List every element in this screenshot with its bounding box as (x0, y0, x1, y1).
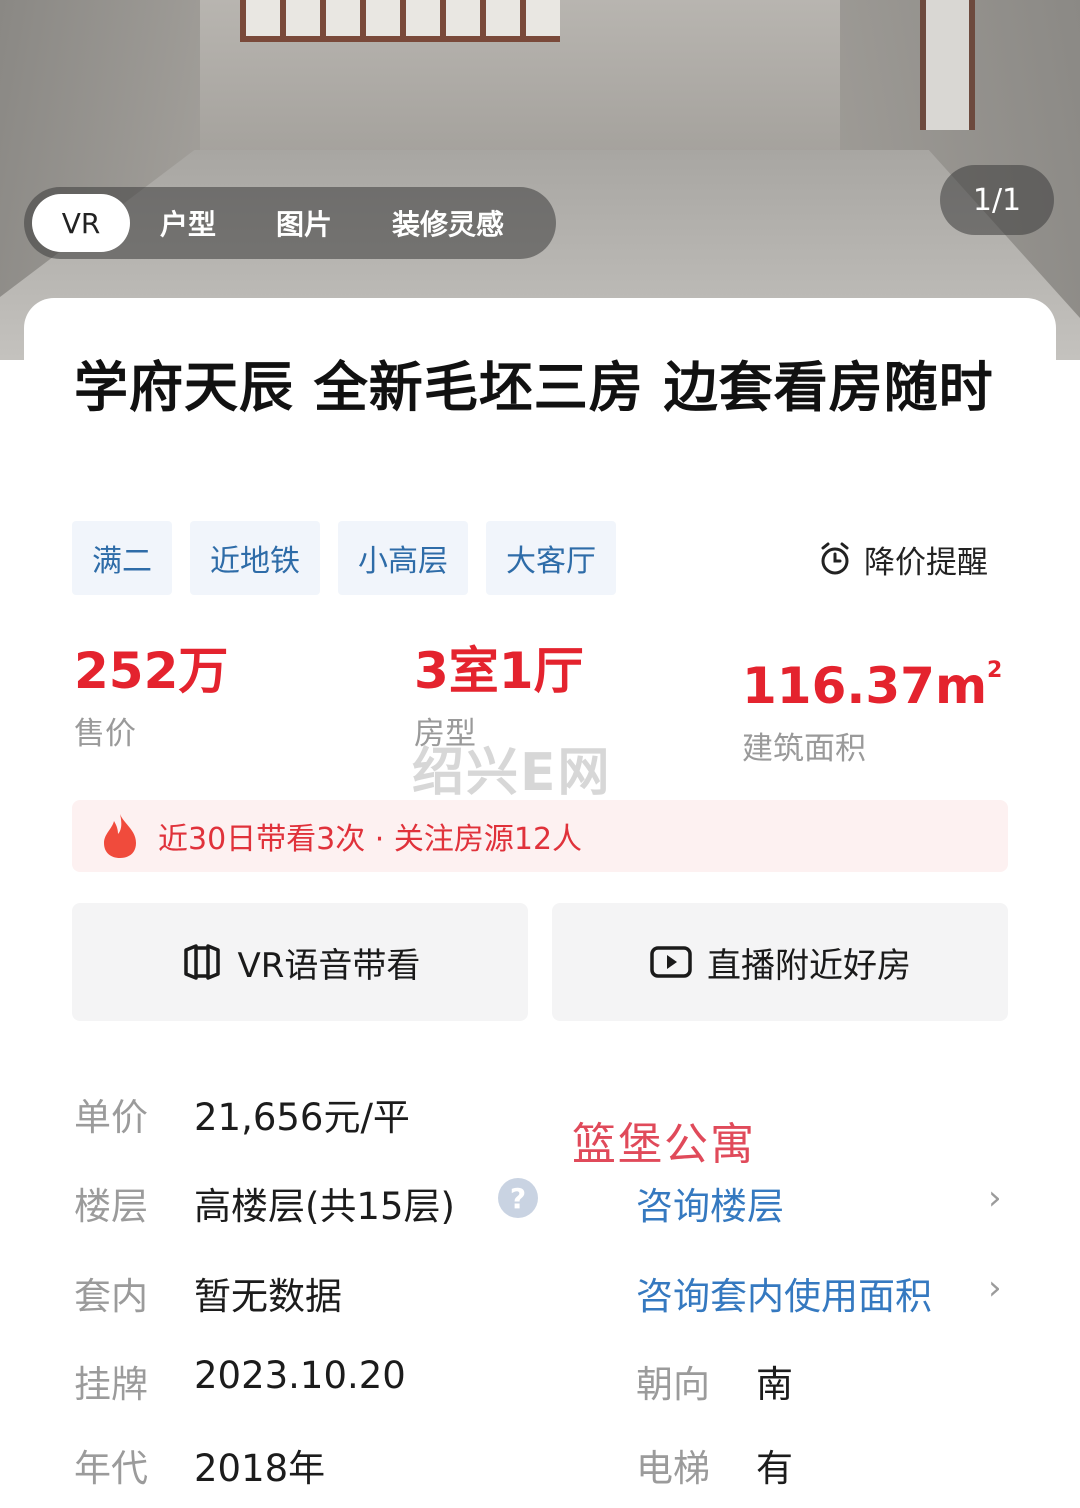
stat-price: 252万 售价 (74, 640, 228, 753)
floor-value: 高楼层(共15层) (194, 1185, 455, 1228)
photo-door (920, 0, 975, 130)
consult-floor-link[interactable]: 咨询楼层 (636, 1176, 784, 1230)
photo-window (240, 0, 560, 42)
elevator-label: 电梯 (636, 1447, 710, 1490)
price-alert-label: 降价提醒 (864, 544, 988, 581)
tab-vr[interactable]: VR (32, 194, 130, 252)
tag: 近地铁 (190, 521, 320, 595)
unit-price-value: 21,656元/平 (194, 1096, 410, 1139)
tag-list: 满二 近地铁 小高层 大客厅 (72, 521, 616, 595)
vr-guide-label: VR语音带看 (237, 945, 421, 986)
alarm-clock-icon (821, 542, 849, 575)
price-alert-button[interactable]: 降价提醒 (818, 536, 988, 582)
area-number: 116.37m (742, 657, 988, 715)
inner-area-label: 套内 (74, 1275, 148, 1318)
area-label: 建筑面积 (742, 731, 866, 767)
year-label: 年代 (74, 1447, 148, 1490)
price-label: 售价 (74, 716, 136, 752)
layout-value: 3室1厅 (414, 642, 584, 700)
tag: 大客厅 (486, 521, 616, 595)
media-tab-bar: VR 户型 图片 装修灵感 (24, 187, 556, 259)
chevron-right-icon[interactable]: › (988, 1268, 1002, 1308)
consult-inner-area-link[interactable]: 咨询套内使用面积 (636, 1266, 932, 1320)
area-value: 116.37m2 (742, 640, 1002, 717)
year-value: 2018年 (194, 1447, 326, 1490)
live-nearby-label: 直播附近好房 (707, 945, 911, 986)
stat-area: 116.37m2 建筑面积 (742, 640, 1002, 768)
orientation-label: 朝向 (636, 1363, 710, 1406)
photo-counter: 1/1 (940, 165, 1054, 235)
tag: 满二 (72, 521, 172, 595)
video-play-icon (650, 946, 692, 978)
tab-decoration[interactable]: 装修灵感 (362, 194, 534, 252)
help-icon[interactable]: ? (498, 1178, 538, 1218)
unit-price-label: 单价 (74, 1096, 148, 1139)
live-nearby-button[interactable]: 直播附近好房 (552, 903, 1008, 1021)
listing-title: 学府天辰 全新毛坯三房 边套看房随时 (74, 356, 994, 419)
tab-floorplan[interactable]: 户型 (130, 194, 246, 252)
vr-icon (183, 944, 220, 980)
tag: 小高层 (338, 521, 468, 595)
chevron-right-icon[interactable]: › (988, 1178, 1002, 1218)
hot-banner: 近30日带看3次 · 关注房源12人 (72, 800, 1008, 872)
inner-area-value: 暂无数据 (194, 1275, 342, 1318)
elevator-value: 有 (756, 1447, 793, 1490)
listed-label: 挂牌 (74, 1363, 148, 1406)
orientation-value: 南 (756, 1363, 793, 1406)
flame-icon (104, 814, 136, 858)
listed-value: 2023.10.20 (194, 1354, 406, 1397)
tab-photos[interactable]: 图片 (246, 194, 362, 252)
vr-guide-button[interactable]: VR语音带看 (72, 903, 528, 1021)
floor-label: 楼层 (74, 1185, 148, 1228)
price-value: 252万 (74, 642, 229, 700)
area-superscript: 2 (987, 658, 1003, 683)
watermark: 绍兴E网 (412, 743, 612, 803)
hot-stats-text: 近30日带看3次 · 关注房源12人 (158, 822, 583, 857)
overlay-brand-text: 篮堡公寓 (572, 1119, 756, 1170)
